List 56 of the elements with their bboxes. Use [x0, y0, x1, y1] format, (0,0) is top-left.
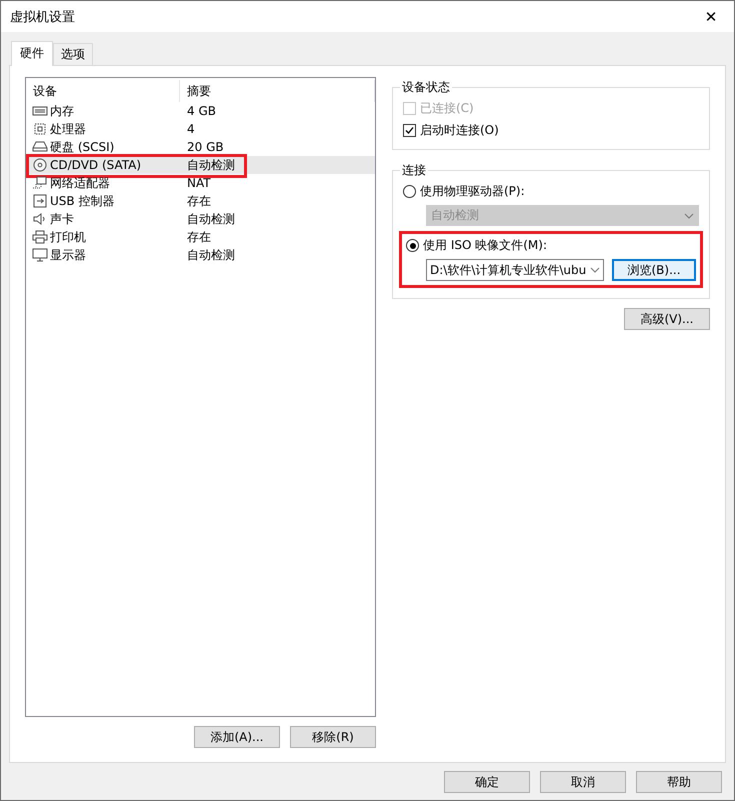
device-row[interactable]: 显示器 自动检测: [26, 246, 375, 264]
group-title: 设备状态: [401, 79, 451, 96]
device-row[interactable]: 网络适配器 NAT: [26, 174, 375, 192]
help-button[interactable]: 帮助: [636, 771, 722, 793]
device-summary: 自动检测: [186, 210, 236, 228]
chevron-down-icon: [684, 212, 694, 218]
device-name: 网络适配器: [50, 174, 110, 192]
device-name: 显示器: [50, 246, 86, 264]
radio-label: 使用物理驱动器(P):: [420, 183, 525, 200]
device-name: 处理器: [50, 120, 86, 138]
device-summary: 20 GB: [186, 140, 225, 154]
device-summary: 4: [186, 122, 196, 136]
network-icon: [32, 176, 48, 190]
device-row[interactable]: 内存 4 GB: [26, 102, 375, 120]
disc-icon: [32, 158, 48, 172]
device-row[interactable]: USB 控制器 存在: [26, 192, 375, 210]
monitor-icon: [32, 248, 48, 262]
checkbox[interactable]: [403, 124, 416, 137]
device-name: 声卡: [50, 210, 74, 228]
device-summary: 存在: [186, 192, 212, 210]
device-row[interactable]: 打印机 存在: [26, 228, 375, 246]
device-name: 硬盘 (SCSI): [50, 138, 114, 156]
device-row[interactable]: 声卡 自动检测: [26, 210, 375, 228]
device-summary: 自动检测: [186, 156, 236, 174]
device-summary: 4 GB: [186, 104, 217, 118]
tab[interactable]: 选项: [53, 43, 93, 66]
column-header[interactable]: 设备: [26, 80, 180, 102]
add-button[interactable]: 添加(A)...: [194, 726, 280, 748]
device-name: 内存: [50, 102, 74, 120]
advanced-button[interactable]: 高级(V)...: [624, 308, 710, 330]
window-title: 虚拟机设置: [10, 8, 75, 26]
iso-path-field[interactable]: D:\软件\计算机专业软件\ubu: [426, 259, 604, 281]
memory-icon: [32, 104, 48, 118]
device-summary: 存在: [186, 228, 212, 246]
device-name: 打印机: [50, 228, 86, 246]
chevron-down-icon: [590, 267, 600, 273]
device-name: USB 控制器: [50, 192, 114, 210]
device-row[interactable]: 处理器 4: [26, 120, 375, 138]
checkbox-label: 启动时连接(O): [420, 122, 499, 139]
ok-button[interactable]: 确定: [444, 771, 530, 793]
device-summary: 自动检测: [186, 246, 236, 264]
cancel-button[interactable]: 取消: [540, 771, 626, 793]
radio-label: 使用 ISO 映像文件(M):: [423, 237, 547, 254]
device-row[interactable]: 硬盘 (SCSI) 20 GB: [26, 138, 375, 156]
device-summary: NAT: [186, 176, 212, 190]
close-button[interactable]: ✕: [688, 1, 734, 32]
radio-button[interactable]: [406, 239, 419, 252]
tab[interactable]: 硬件: [11, 41, 53, 66]
checkbox-label: 已连接(C): [420, 100, 474, 117]
column-header[interactable]: 摘要: [180, 80, 375, 102]
group-title: 连接: [401, 162, 427, 179]
usb-icon: [32, 194, 48, 208]
printer-icon: [32, 230, 48, 244]
browse-button[interactable]: 浏览(B)...: [612, 259, 696, 281]
remove-button[interactable]: 移除(R): [290, 726, 376, 748]
device-name: CD/DVD (SATA): [50, 158, 142, 172]
